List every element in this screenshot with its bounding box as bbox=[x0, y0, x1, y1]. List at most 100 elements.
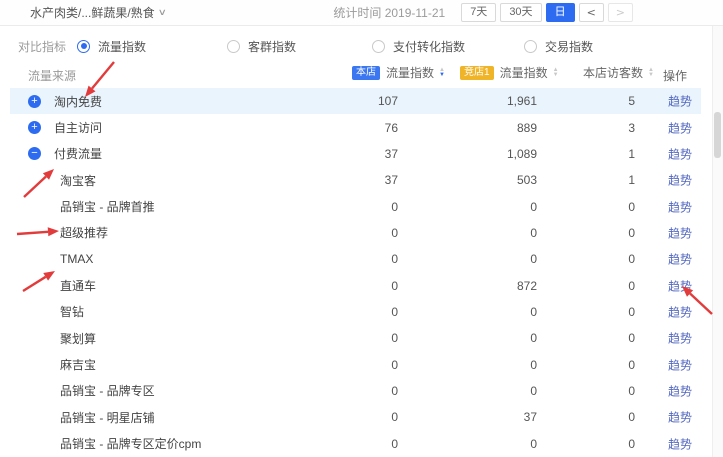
column-comp-metric-label: 流量指数 bbox=[500, 64, 548, 81]
competitor-index-value: 0 bbox=[530, 200, 537, 214]
competitor-shop-badge: 竞店1 bbox=[460, 66, 494, 80]
table-body: + 淘内免费 107 1,961 5 趋势 + 自主访问 76 889 3 趋势… bbox=[10, 88, 701, 457]
table-row[interactable]: 麻吉宝 0 0 0 趋势 bbox=[10, 351, 701, 377]
range-30d-button[interactable]: 30天 bbox=[500, 3, 541, 22]
competitor-index-value: 1,089 bbox=[507, 147, 537, 161]
scrollbar-thumb[interactable] bbox=[714, 112, 721, 158]
visitors-value: 0 bbox=[628, 358, 635, 372]
trend-link[interactable]: 趋势 bbox=[668, 435, 692, 452]
visitors-value: 0 bbox=[628, 331, 635, 345]
competitor-index-value: 0 bbox=[530, 358, 537, 372]
expand-icon[interactable]: + bbox=[28, 95, 41, 108]
visitors-value: 0 bbox=[628, 410, 635, 424]
sort-self-index[interactable]: ▲▼ bbox=[439, 68, 445, 78]
table-row[interactable]: 淘宝客 37 503 1 趋势 bbox=[10, 167, 701, 193]
self-index-value: 76 bbox=[385, 121, 398, 135]
self-index-value: 107 bbox=[378, 94, 398, 108]
trend-link[interactable]: 趋势 bbox=[668, 277, 692, 294]
table-row[interactable]: 品销宝 - 明星店铺 0 37 0 趋势 bbox=[10, 404, 701, 430]
trend-link[interactable]: 趋势 bbox=[668, 409, 692, 426]
trend-link[interactable]: 趋势 bbox=[668, 382, 692, 399]
row-label: 品销宝 - 品牌专区定价cpm bbox=[60, 435, 201, 452]
column-action-label: 操作 bbox=[663, 67, 687, 84]
column-visitors-label: 本店访客数 bbox=[583, 64, 643, 81]
column-visitors: 本店访客数 ▲▼ bbox=[583, 64, 654, 81]
trend-link[interactable]: 趋势 bbox=[668, 172, 692, 189]
row-label: 品销宝 - 品牌首推 bbox=[60, 198, 155, 215]
range-7d-button[interactable]: 7天 bbox=[461, 3, 496, 22]
source-cell: 直通车 bbox=[60, 272, 96, 298]
competitor-index-value: 0 bbox=[530, 252, 537, 266]
trend-link[interactable]: 趋势 bbox=[668, 303, 692, 320]
radio-label: 流量指数 bbox=[98, 38, 146, 55]
trend-link[interactable]: 趋势 bbox=[668, 145, 692, 162]
row-label: 智钻 bbox=[60, 303, 84, 320]
traffic-source-table: 流量来源 本店 流量指数 ▲▼ 竞店1 流量指数 ▲▼ 本店访客数 ▲▼ 操作 … bbox=[10, 58, 701, 457]
range-day-button[interactable]: 日 bbox=[546, 3, 575, 22]
table-row[interactable]: + 淘内免费 107 1,961 5 趋势 bbox=[10, 88, 701, 114]
self-index-value: 0 bbox=[391, 252, 398, 266]
radio-customer-index[interactable]: 客群指数 bbox=[227, 38, 372, 55]
radio-trade-index[interactable]: 交易指数 bbox=[524, 38, 593, 55]
source-cell: 聚划算 bbox=[60, 325, 96, 351]
table-row[interactable]: TMAX 0 0 0 趋势 bbox=[10, 246, 701, 272]
table-row[interactable]: 智钻 0 0 0 趋势 bbox=[10, 299, 701, 325]
self-index-value: 37 bbox=[385, 147, 398, 161]
radio-label: 客群指数 bbox=[248, 38, 296, 55]
row-label: 品销宝 - 明星店铺 bbox=[60, 409, 155, 426]
source-cell: 超级推荐 bbox=[60, 220, 108, 246]
self-index-value: 37 bbox=[385, 173, 398, 187]
source-cell: 品销宝 - 品牌专区 bbox=[60, 378, 155, 404]
visitors-value: 0 bbox=[628, 279, 635, 293]
competitor-index-value: 889 bbox=[517, 121, 537, 135]
trend-link[interactable]: 趋势 bbox=[668, 93, 692, 110]
self-index-value: 0 bbox=[391, 358, 398, 372]
prev-date-button[interactable]: < bbox=[579, 3, 604, 22]
radio-label: 支付转化指数 bbox=[393, 38, 465, 55]
trend-link[interactable]: 趋势 bbox=[668, 119, 692, 136]
collapse-icon[interactable]: − bbox=[28, 147, 41, 160]
table-row[interactable]: + 自主访问 76 889 3 趋势 bbox=[10, 114, 701, 140]
table-row[interactable]: 直通车 0 872 0 趋势 bbox=[10, 272, 701, 298]
self-index-value: 0 bbox=[391, 279, 398, 293]
trend-link[interactable]: 趋势 bbox=[668, 330, 692, 347]
sort-visitors[interactable]: ▲▼ bbox=[648, 68, 654, 78]
radio-traffic-index[interactable]: 流量指数 bbox=[77, 38, 227, 55]
radio-conversion-index[interactable]: 支付转化指数 bbox=[372, 38, 524, 55]
source-cell: + 自主访问 bbox=[28, 114, 102, 140]
source-cell: 品销宝 - 品牌专区定价cpm bbox=[60, 430, 201, 456]
source-cell: − 付费流量 bbox=[28, 141, 102, 167]
row-label: 品销宝 - 品牌专区 bbox=[60, 382, 155, 399]
next-date-button[interactable]: > bbox=[608, 3, 633, 22]
source-cell: + 淘内免费 bbox=[28, 88, 102, 114]
sort-comp-index[interactable]: ▲▼ bbox=[553, 68, 559, 78]
table-row[interactable]: 超级推荐 0 0 0 趋势 bbox=[10, 220, 701, 246]
row-label: 淘内免费 bbox=[54, 93, 102, 110]
visitors-value: 1 bbox=[628, 147, 635, 161]
trend-link[interactable]: 趋势 bbox=[668, 224, 692, 241]
table-row[interactable]: 品销宝 - 品牌专区 0 0 0 趋势 bbox=[10, 378, 701, 404]
radio-label: 交易指数 bbox=[545, 38, 593, 55]
competitor-index-value: 0 bbox=[530, 331, 537, 345]
table-row[interactable]: 聚划算 0 0 0 趋势 bbox=[10, 325, 701, 351]
trend-link[interactable]: 趋势 bbox=[668, 198, 692, 215]
trend-link[interactable]: 趋势 bbox=[668, 251, 692, 268]
row-label: 淘宝客 bbox=[60, 172, 96, 189]
visitors-value: 0 bbox=[628, 200, 635, 214]
table-row[interactable]: − 付费流量 37 1,089 1 趋势 bbox=[10, 141, 701, 167]
visitors-value: 0 bbox=[628, 437, 635, 451]
competitor-index-value: 37 bbox=[524, 410, 537, 424]
table-row[interactable]: 品销宝 - 品牌专区定价cpm 0 0 0 趋势 bbox=[10, 430, 701, 456]
radio-selected-icon bbox=[77, 40, 90, 53]
expand-icon[interactable]: + bbox=[28, 121, 41, 134]
row-label: 麻吉宝 bbox=[60, 356, 96, 373]
sort-desc-icon: ▼ bbox=[439, 73, 445, 78]
trend-link[interactable]: 趋势 bbox=[668, 356, 692, 373]
table-row[interactable]: 品销宝 - 品牌首推 0 0 0 趋势 bbox=[10, 193, 701, 219]
source-cell: 品销宝 - 品牌首推 bbox=[60, 193, 155, 219]
sort-desc-icon: ▼ bbox=[648, 73, 654, 78]
self-shop-badge: 本店 bbox=[352, 66, 380, 80]
stat-time-label: 统计时间 2019-11-21 bbox=[333, 4, 445, 21]
category-breadcrumb-dropdown[interactable]: 水产肉类/...鲜蔬果/熟食 ∨ bbox=[30, 4, 165, 21]
visitors-value: 3 bbox=[628, 121, 635, 135]
